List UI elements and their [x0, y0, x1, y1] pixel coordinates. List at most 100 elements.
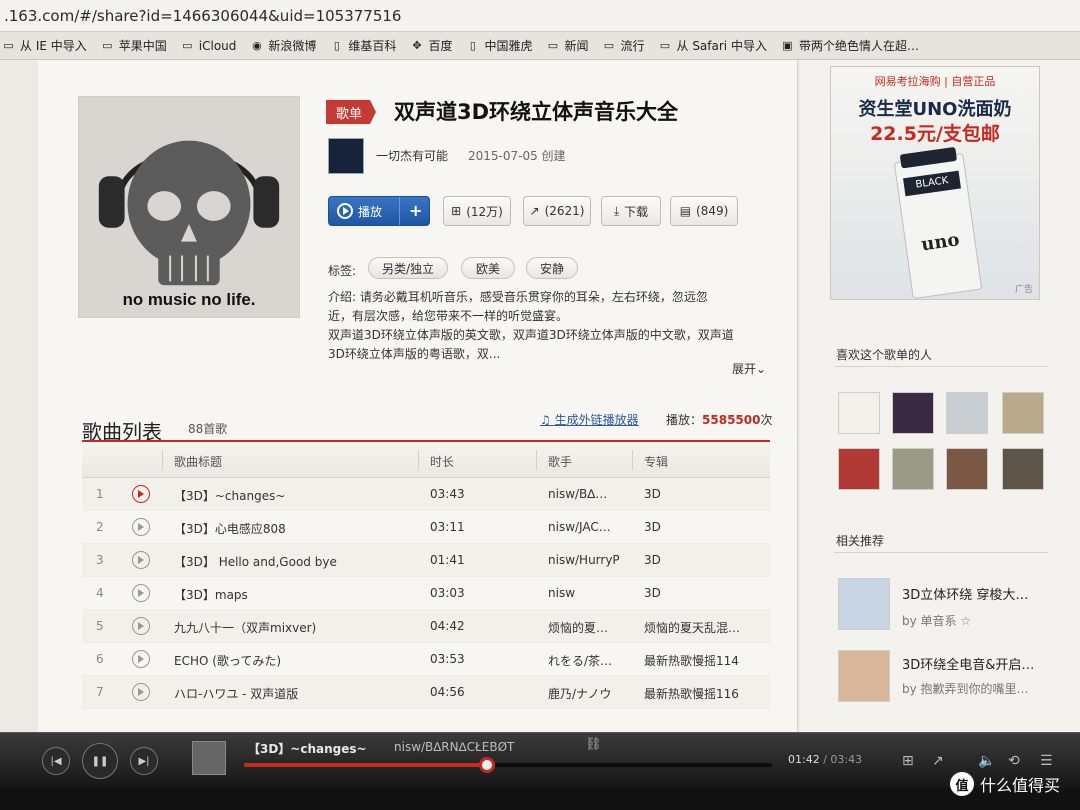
related-cover[interactable]	[838, 578, 890, 630]
col-artist: 歌手	[548, 455, 573, 469]
table-row[interactable]: 5 九九八十一（双声mixver) 04:42 烦恼的夏… 烦恼的夏天乱混…	[82, 610, 770, 643]
playlist-cover[interactable]: no music no life.	[78, 96, 300, 318]
bookmark-item[interactable]: ▭ 苹果中国	[101, 37, 167, 54]
related-cover[interactable]	[838, 650, 890, 702]
add-to-queue-button[interactable]: +	[409, 201, 422, 220]
bookmark-label: 中国雅虎	[484, 39, 533, 53]
fan-avatar[interactable]	[838, 392, 880, 434]
next-button[interactable]: ▶|	[130, 747, 158, 775]
song-album[interactable]: 烦恼的夏天乱混…	[644, 619, 760, 636]
comment-button[interactable]: ▤ (849)	[670, 196, 738, 226]
bookmark-item[interactable]: ▭ iCloud	[181, 39, 236, 53]
creator-avatar[interactable]	[328, 138, 364, 174]
fan-avatar[interactable]	[1002, 392, 1044, 434]
link-icon[interactable]: ⛓	[585, 737, 602, 752]
fan-avatar[interactable]	[1002, 448, 1044, 490]
fan-avatar[interactable]	[892, 392, 934, 434]
song-title[interactable]: 【3D】~changes~	[174, 487, 410, 504]
song-artist[interactable]: れをる/茶…	[548, 652, 628, 669]
song-title[interactable]: 【3D】maps	[174, 586, 410, 603]
playlist-icon[interactable]: ☰	[1040, 753, 1053, 769]
add-to-playlist-icon[interactable]: ⊞	[902, 753, 914, 769]
row-play-icon[interactable]	[132, 584, 150, 602]
song-album[interactable]: 3D	[644, 520, 760, 534]
bookmark-item[interactable]: ✥ 百度	[410, 37, 452, 54]
bookmark-item[interactable]: ▭ 新闻	[546, 37, 589, 54]
bookmark-item[interactable]: ◉ 新浪微博	[250, 37, 316, 54]
now-playing-title[interactable]: 【3D】~changes~	[248, 740, 367, 757]
share-icon[interactable]: ↗	[932, 753, 944, 769]
play-button[interactable]: 播放 +	[328, 196, 430, 226]
song-album[interactable]: 3D	[644, 553, 760, 567]
row-play-icon[interactable]	[132, 683, 150, 701]
prev-button[interactable]: |◀	[42, 747, 70, 775]
song-title[interactable]: ECHO (歌ってみた)	[174, 652, 410, 669]
progress-handle[interactable]	[478, 757, 495, 773]
related-by-1[interactable]: by 单音系 ☆	[902, 612, 971, 629]
song-title[interactable]: ハロ-ハワユ - 双声道版	[174, 685, 410, 702]
song-album[interactable]: 最新热歌慢摇114	[644, 652, 760, 669]
table-row[interactable]: 6 ECHO (歌ってみた) 03:53 れをる/茶… 最新热歌慢摇114	[82, 643, 770, 676]
table-row[interactable]: 4 【3D】maps 03:03 nisw 3D	[82, 577, 770, 610]
row-play-icon[interactable]	[132, 617, 150, 635]
song-album[interactable]: 3D	[644, 487, 760, 501]
fan-avatar[interactable]	[892, 448, 934, 490]
screen-bezel	[0, 788, 1080, 810]
song-artist[interactable]: nisw	[548, 586, 628, 600]
ad-banner[interactable]: 网易考拉海购 | 自营正品 资生堂UNO洗面奶 22.5元/支包邮 BLACK …	[830, 66, 1040, 300]
address-bar[interactable]: .163.com/#/share?id=1466306044&uid=10537…	[0, 0, 1080, 32]
song-artist[interactable]: nisw/JAC…	[548, 520, 628, 534]
song-album[interactable]: 3D	[644, 586, 760, 600]
row-play-icon[interactable]	[132, 485, 150, 503]
bookmark-item[interactable]: ▭ 流行	[602, 37, 645, 54]
play-button-divider	[399, 197, 400, 225]
song-artist[interactable]: nisw/HurryP	[548, 553, 628, 567]
pause-button[interactable]: ❚❚	[82, 743, 118, 779]
table-row[interactable]: 1 【3D】~changes~ 03:43 nisw/B∆… 3D	[82, 478, 770, 511]
folder-plus-icon: ⊞	[451, 204, 462, 218]
song-album[interactable]: 最新热歌慢摇116	[644, 685, 760, 702]
row-play-icon[interactable]	[132, 650, 150, 668]
row-play-icon[interactable]	[132, 518, 150, 536]
song-title[interactable]: 九九八十一（双声mixver)	[174, 619, 410, 636]
related-title-2[interactable]: 3D环绕全电音&开启…	[902, 654, 1034, 673]
row-play-icon[interactable]	[132, 551, 150, 569]
expand-link[interactable]: 展开⌄	[732, 360, 766, 377]
now-playing-artist[interactable]: nisw/B∆RN∆CŁEBØT	[394, 740, 514, 754]
loop-icon[interactable]: ⟲	[1008, 753, 1020, 769]
fan-avatar[interactable]	[838, 448, 880, 490]
song-duration: 03:03	[430, 586, 465, 600]
download-button[interactable]: ⤓ 下载	[601, 196, 661, 226]
external-player-link[interactable]: ♫ 生成外链播放器	[540, 411, 639, 428]
song-title[interactable]: 【3D】心电感应808	[174, 520, 410, 537]
fan-avatar[interactable]	[946, 392, 988, 434]
related-by-2[interactable]: by 抱歉弄到你的嘴里…	[902, 680, 1029, 697]
table-row[interactable]: 2 【3D】心电感应808 03:11 nisw/JAC… 3D	[82, 511, 770, 544]
tag-western[interactable]: 欧美	[461, 257, 515, 279]
tag-quiet[interactable]: 安静	[526, 257, 578, 279]
bookmark-item[interactable]: ▭ 从 IE 中导入	[2, 37, 86, 54]
favorite-button[interactable]: ⊞ (12万)	[443, 196, 511, 226]
song-artist[interactable]: 烦恼的夏…	[548, 619, 628, 636]
bookmark-item[interactable]: ▭ 从 Safari 中导入	[659, 37, 767, 54]
table-row[interactable]: 7 ハロ-ハワユ - 双声道版 04:56 鹿乃/ナノウ 最新热歌慢摇116	[82, 676, 770, 709]
creator-name[interactable]: 一切杰有可能	[376, 147, 448, 164]
song-artist[interactable]: nisw/B∆…	[548, 487, 628, 501]
progress-bar[interactable]	[244, 757, 772, 773]
song-title[interactable]: 【3D】 Hello and,Good bye	[174, 553, 410, 570]
share-button[interactable]: ↗ (2621)	[523, 196, 591, 226]
bookmark-item[interactable]: ▯ 中国雅虎	[466, 37, 533, 54]
song-artist[interactable]: 鹿乃/ナノウ	[548, 685, 628, 702]
bookmark-item[interactable]: ▣ 带两个绝色情人在超…	[781, 37, 919, 54]
volume-icon[interactable]: 🔈	[978, 753, 995, 769]
header-divider	[536, 450, 537, 470]
watermark-text: 什么值得买	[980, 776, 1061, 795]
table-row[interactable]: 3 【3D】 Hello and,Good bye 01:41 nisw/HurryP…	[82, 544, 770, 577]
fan-avatar[interactable]	[946, 448, 988, 490]
song-duration: 03:53	[430, 652, 465, 666]
now-playing-cover[interactable]	[192, 741, 226, 775]
bookmark-item[interactable]: ▯ 维基百科	[330, 37, 397, 54]
bookmark-label: 从 Safari 中导入	[676, 39, 767, 53]
tag-alt-indie[interactable]: 另类/独立	[368, 257, 448, 279]
related-title-1[interactable]: 3D立体环绕 穿梭大…	[902, 584, 1028, 603]
